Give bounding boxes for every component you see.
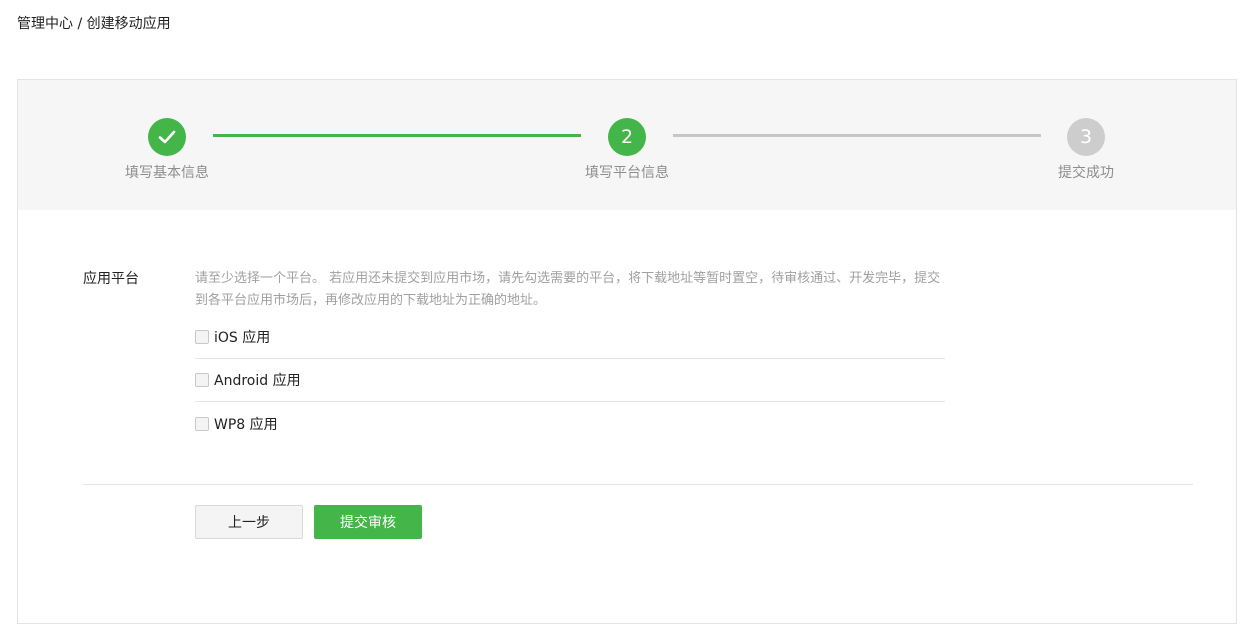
step-number: 3 [1067,118,1105,156]
submit-review-button[interactable]: 提交审核 [314,505,422,539]
ios-checkbox[interactable] [195,330,209,344]
wp8-checkbox[interactable] [195,416,209,431]
option-ios[interactable]: iOS 应用 [195,316,945,359]
platform-options: iOS 应用 Android 应用 WP8 应用 [195,316,945,445]
platform-tip: 请至少选择一个平台。 若应用还未提交到应用市场，请先勾选需要的平台，将下载地址等… [195,271,941,308]
step-done-circle [148,118,186,156]
step-label: 填写基本信息 [125,165,209,181]
check-icon [158,130,176,144]
step-platform-info: 2 填写平台信息 [567,118,687,182]
option-label: Android 应用 [214,373,301,389]
step-label: 提交成功 [1058,165,1114,181]
step-number: 2 [608,118,646,156]
step-connector-2 [673,134,1041,137]
android-checkbox[interactable] [195,373,209,387]
option-android[interactable]: Android 应用 [195,359,945,402]
step-basic-info: 填写基本信息 [107,118,227,182]
breadcrumb: 管理中心 / 创建移动应用 [17,16,171,32]
progress-steps: 填写基本信息 2 填写平台信息 3 提交成功 [18,80,1236,210]
step-submit-success: 3 提交成功 [1026,118,1146,182]
step-label: 填写平台信息 [585,165,669,181]
prev-step-button[interactable]: 上一步 [195,505,303,539]
form-divider [83,484,1193,485]
option-label: iOS 应用 [214,330,271,346]
create-app-card: 填写基本信息 2 填写平台信息 3 提交成功 应用平台 请至少选择一个平台。 若… [17,79,1237,624]
option-wp8[interactable]: WP8 应用 [195,402,945,445]
step-connector-1 [213,134,581,137]
platform-label: 应用平台 [83,271,139,287]
option-label: WP8 应用 [214,416,278,433]
